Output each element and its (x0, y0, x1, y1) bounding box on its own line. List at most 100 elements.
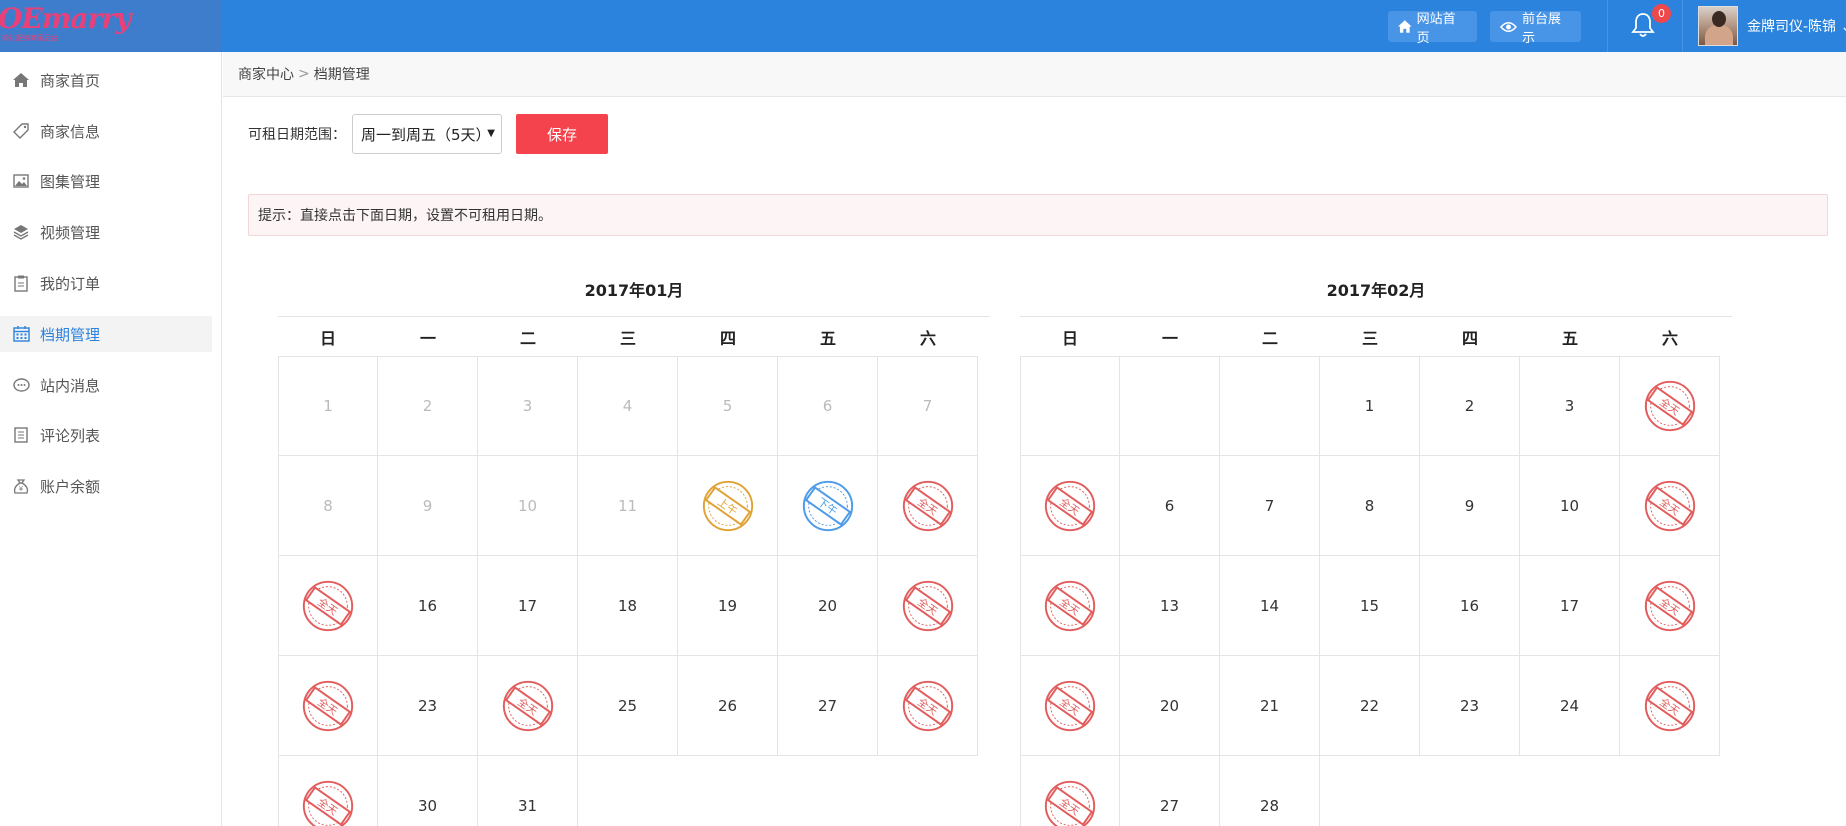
rental-range-label: 可租日期范围： (248, 127, 346, 143)
calendar-grid: 1 2 3 全天 全天 6 7 8 9 10 全天 全天 13 14 15 16 17 全天 全天 20 21 22 23 2… (1020, 356, 1722, 826)
sidebar-item-label: 商家信息 (40, 122, 101, 141)
calendar-day-cell[interactable]: 18 (578, 556, 678, 656)
calendar-day-cell[interactable]: 19 (678, 556, 778, 656)
sidebar-item-orders[interactable]: 我的订单 (0, 265, 212, 301)
calendar-day-cell[interactable]: 全天 (878, 456, 978, 556)
calendar-day-number: 9 (1464, 496, 1475, 515)
breadcrumb-root-link[interactable]: 商家中心 (238, 64, 294, 84)
sidebar-item-gallery[interactable]: 图集管理 (0, 163, 212, 199)
calendar-day-cell[interactable]: 20 (778, 556, 878, 656)
sidebar-item-home[interactable]: 商家首页 (0, 62, 212, 98)
save-button[interactable]: 保存 (516, 114, 608, 154)
sidebar-item-messages[interactable]: 站内消息 (0, 367, 212, 403)
full-day-stamp-icon: 全天 (302, 580, 354, 631)
calendar-day-cell[interactable]: 14 (1220, 556, 1320, 656)
calendar-day-cell[interactable]: 6 (1120, 456, 1220, 556)
sidebar-item-video[interactable]: 视频管理 (0, 214, 212, 250)
calendar-day-number: 4 (622, 397, 633, 415)
breadcrumb-current: 档期管理 (313, 67, 370, 83)
calendar-grid: 1 2 3 4 5 6 7 8 9 10 11 上午 下午 全天 全天 16 17 18 19 20 全天 全天 23 全天 2… (278, 356, 980, 826)
calendar-day-cell[interactable]: 全天 (1020, 756, 1120, 826)
full-day-stamp-icon: 全天 (302, 780, 354, 826)
calendar-day-cell[interactable]: 17 (1520, 556, 1620, 656)
calendar-day-number: 25 (617, 696, 638, 715)
full-day-stamp-icon: 全天 (1644, 480, 1695, 531)
calendar-day-cell[interactable]: 3 (1520, 356, 1620, 456)
calendar-day-cell[interactable]: 28 (1220, 756, 1320, 826)
logo[interactable]: OEmarry 婚礼服务商家后台 (0, 0, 222, 52)
calendar-day-cell[interactable]: 13 (1120, 556, 1220, 656)
full-day-stamp-icon: 全天 (1644, 380, 1695, 432)
username-menu[interactable]: 金牌司仪-陈锦 ⌄ (1747, 16, 1846, 36)
sidebar-item-comments[interactable]: 评论列表 (0, 417, 212, 453)
calendar-january: 2017年01月 日一二三四五六 1 2 3 4 5 6 7 8 9 10 11 上午 下午 全天 全天 16… (278, 272, 990, 826)
calendar-day-cell[interactable]: 10 (1520, 456, 1620, 556)
calendar-day-cell[interactable]: 27 (778, 656, 878, 756)
rental-range-select[interactable]: 周一到周五（5天） ▼ (352, 114, 502, 154)
calendar-day-cell[interactable]: 全天 (1020, 456, 1120, 556)
calendar-day-number: 30 (417, 796, 438, 815)
sidebar-item-balance[interactable]: ¥ 账户余额 (0, 468, 212, 504)
calendar-day-cell[interactable]: 1 (1320, 356, 1420, 456)
calendar-day-cell[interactable]: 全天 (878, 656, 978, 756)
calendar-day-cell[interactable]: 上午 (678, 456, 778, 556)
calendar-day-number: 10 (1559, 496, 1580, 515)
calendar-day-cell[interactable]: 23 (1420, 656, 1520, 756)
weekday-label: 六 (1661, 328, 1678, 348)
chevron-down-icon: ⌄ (1841, 19, 1846, 35)
calendar-title: 2017年01月 (584, 281, 684, 300)
calendar-day-number: 8 (1364, 496, 1375, 515)
calendar-day-cell[interactable]: 全天 (278, 656, 378, 756)
calendar-day-cell[interactable]: 全天 (1620, 356, 1720, 456)
calendar-day-cell[interactable]: 7 (1220, 456, 1320, 556)
calendar-day-cell[interactable]: 21 (1220, 656, 1320, 756)
calendar-day-cell[interactable]: 30 (378, 756, 478, 826)
front-display-button[interactable]: 前台展示 (1490, 11, 1581, 46)
calendar-day-cell[interactable]: 27 (1120, 756, 1220, 826)
calendar-day-cell[interactable]: 15 (1320, 556, 1420, 656)
calendar-day-cell[interactable]: 全天 (478, 656, 578, 756)
calendar-day-number: 6 (1164, 496, 1175, 515)
avatar[interactable] (1698, 6, 1738, 46)
calendar-day-cell[interactable]: 下午 (778, 456, 878, 556)
calendar-day-number: 8 (323, 496, 333, 515)
rental-range-value: 周一到周五（5天） (361, 125, 491, 144)
full-day-stamp-icon: 全天 (502, 680, 553, 731)
website-home-button[interactable]: 网站首页 (1388, 11, 1477, 46)
calendar-day-cell[interactable]: 17 (478, 556, 578, 656)
sidebar-item-label: 视频管理 (40, 223, 101, 242)
calendar-day-cell[interactable]: 16 (378, 556, 478, 656)
full-day-stamp-icon: 全天 (1644, 680, 1695, 731)
weekday-label: 一 (419, 328, 436, 348)
calendar-day-cell[interactable]: 26 (678, 656, 778, 756)
calendar-day-cell[interactable]: 全天 (278, 756, 378, 826)
tag-icon (12, 122, 30, 140)
calendar-day-cell[interactable]: 全天 (878, 556, 978, 656)
weekday-label: 二 (519, 328, 536, 348)
calendar-day-cell[interactable]: 25 (578, 656, 678, 756)
calendar-day-number: 23 (417, 696, 438, 715)
full-day-stamp-icon: 全天 (902, 480, 953, 531)
calendar-day-cell[interactable]: 8 (1320, 456, 1420, 556)
calendar-day-cell[interactable]: 全天 (1020, 556, 1120, 656)
calendar-day-cell[interactable]: 2 (1420, 356, 1520, 456)
sidebar-item-schedule[interactable]: 档期管理 (0, 316, 212, 352)
sidebar-item-info[interactable]: 商家信息 (0, 113, 212, 149)
calendar-week-row: 全天 23 全天 25 26 27 全天 (278, 656, 980, 756)
calendar-day-cell[interactable]: 31 (478, 756, 578, 826)
calendar-day-cell[interactable]: 全天 (1620, 556, 1720, 656)
calendar-day-cell[interactable]: 16 (1420, 556, 1520, 656)
calendar-day-cell[interactable]: 24 (1520, 656, 1620, 756)
calendar-day-cell: 1 (278, 356, 378, 456)
calendar-day-cell[interactable]: 22 (1320, 656, 1420, 756)
calendar-day-cell[interactable]: 全天 (1620, 656, 1720, 756)
calendar-day-cell[interactable]: 20 (1120, 656, 1220, 756)
calendar-day-cell[interactable]: 9 (1420, 456, 1520, 556)
front-display-label: 前台展示 (1521, 11, 1561, 46)
calendar-day-cell[interactable]: 全天 (278, 556, 378, 656)
tip-alert: 提示：直接点击下面日期，设置不可租用日期。 (248, 194, 1828, 236)
calendar-day-cell[interactable]: 全天 (1620, 456, 1720, 556)
calendar-day-cell[interactable]: 23 (378, 656, 478, 756)
calendar-day-cell[interactable]: 全天 (1020, 656, 1120, 756)
calendar-day-number: 27 (1159, 796, 1180, 815)
